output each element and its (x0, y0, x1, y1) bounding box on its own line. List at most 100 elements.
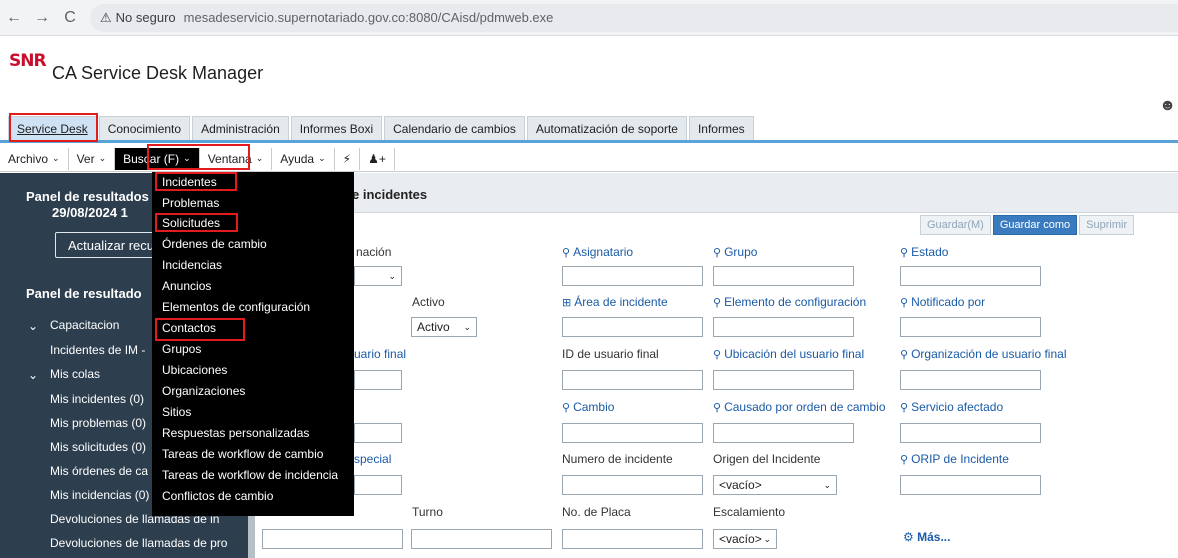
tab-informes-boxi[interactable]: Informes Boxi (290, 116, 383, 140)
more-link[interactable]: ⚙ Más... (903, 530, 950, 544)
id-usuario-input[interactable] (562, 370, 703, 390)
turno-input[interactable] (411, 529, 552, 549)
tab-administracion[interactable]: Administración (192, 116, 289, 140)
menu-item-incidencias[interactable]: Incidencias (162, 258, 222, 272)
address-bar[interactable]: ⚠ No seguro mesadeservicio.supernotariad… (90, 3, 1178, 32)
label-area[interactable]: ⊞ Área de incidente (562, 295, 668, 309)
grupo-input[interactable] (713, 266, 854, 286)
tree-item-capacitacion[interactable]: Capacitacion (50, 318, 119, 332)
add-contact-button[interactable]: ♟+ (360, 147, 395, 170)
activo-select[interactable]: Activo ⌄ (411, 317, 477, 337)
label-orip[interactable]: ⚲ ORIP de Incidente (900, 452, 1009, 466)
label-elemento[interactable]: ⚲ Elemento de configuración (713, 295, 866, 309)
menu-ventana[interactable]: Ventana ⌄ (200, 147, 273, 170)
row4-input-1[interactable] (354, 423, 402, 443)
menu-archivo[interactable]: Archivo ⌄ (0, 147, 69, 170)
ubicacion-input[interactable] (713, 370, 854, 390)
placa-input[interactable] (562, 529, 703, 549)
area-input[interactable] (562, 317, 703, 337)
forward-icon[interactable]: → (28, 9, 56, 27)
person-icon[interactable]: ☻ (1159, 97, 1176, 115)
row6-input-1[interactable] (262, 529, 403, 549)
menu-buscar[interactable]: Buscar (F) ⌄ (115, 147, 200, 170)
menu-item-ubicaciones[interactable]: Ubicaciones (162, 363, 227, 377)
menu-item-elementos[interactable]: Elementos de configuración (162, 300, 310, 314)
search-icon: ⚲ (900, 297, 909, 309)
save-as-button[interactable]: Guardar como (992, 215, 1078, 235)
snr-logo: SNR (9, 51, 47, 71)
elemento-input[interactable] (713, 317, 854, 337)
tab-informes[interactable]: Informes (688, 116, 754, 140)
label-ubicacion[interactable]: ⚲ Ubicación del usuario final (713, 347, 864, 361)
security-indicator[interactable]: ⚠ No seguro (100, 10, 184, 26)
menu-item-anuncios[interactable]: Anuncios (162, 279, 211, 293)
menu-item-incidentes[interactable]: Incidentes (162, 175, 217, 189)
reload-icon[interactable]: C (56, 9, 84, 27)
menu-item-conflictos[interactable]: Conflictos de cambio (162, 489, 273, 503)
menu-item-grupos[interactable]: Grupos (162, 342, 201, 356)
label-estado[interactable]: ⚲ Estado (900, 245, 948, 259)
orip-input[interactable] (900, 475, 1041, 495)
escalamiento-select[interactable]: <vacío> ⌄ (713, 529, 777, 549)
tab-calendario-cambios[interactable]: Calendario de cambios (384, 116, 525, 140)
label-notificado[interactable]: ⚲ Notificado por (900, 295, 985, 309)
label-grupo[interactable]: ⚲ Grupo (713, 245, 757, 259)
especial-input[interactable] (354, 475, 402, 495)
chevron-down-icon: ⌄ (318, 153, 326, 163)
save-button[interactable]: Guardar(M) (920, 215, 991, 235)
label-causado[interactable]: ⚲ Causado por orden de cambio (713, 400, 886, 414)
origen-select[interactable]: <vacío> ⌄ (713, 475, 837, 495)
tree-item-mis-solicitudes[interactable]: Mis solicitudes (0) (50, 440, 146, 454)
delete-button[interactable]: Suprimir (1079, 215, 1135, 235)
causado-input[interactable] (713, 423, 854, 443)
menu-item-organizaciones[interactable]: Organizaciones (162, 384, 245, 398)
numero-input[interactable] (562, 475, 703, 495)
chevron-down-icon: ⌄ (763, 533, 771, 544)
results-header: e incidentes (256, 173, 1178, 213)
menu-item-solicitudes[interactable]: Solicitudes (162, 216, 220, 230)
tree-item-mis-ordenes[interactable]: Mis órdenes de ca (50, 464, 148, 478)
menu-ver[interactable]: Ver ⌄ (69, 147, 116, 170)
menu-item-respuestas[interactable]: Respuestas personalizadas (162, 426, 309, 440)
back-icon[interactable]: ← (0, 9, 28, 27)
usuario-final-input[interactable] (354, 370, 402, 390)
tree-item-mis-incidentes[interactable]: Mis incidentes (0) (50, 392, 144, 406)
menu-item-contactos[interactable]: Contactos (162, 321, 216, 335)
menu-item-tareas-cambio[interactable]: Tareas de workflow de cambio (162, 447, 323, 461)
notificado-input[interactable] (900, 317, 1041, 337)
menu-item-sitios[interactable]: Sitios (162, 405, 191, 419)
label-cambio[interactable]: ⚲ Cambio (562, 400, 614, 414)
panel-title: Panel de resultados (26, 189, 149, 204)
url-text: mesadeservicio.supernotariado.gov.co:808… (183, 10, 554, 25)
tree-item-devoluciones-pro[interactable]: Devoluciones de llamadas de pro (50, 536, 227, 550)
tab-service-desk[interactable]: Service Desk (8, 116, 97, 140)
menu-item-ordenes-cambio[interactable]: Órdenes de cambio (162, 237, 267, 251)
menu-ayuda[interactable]: Ayuda ⌄ (272, 147, 335, 170)
servicio-input[interactable] (900, 423, 1041, 443)
label-servicio[interactable]: ⚲ Servicio afectado (900, 400, 1003, 414)
tree-item-mis-problemas[interactable]: Mis problemas (0) (50, 416, 146, 430)
cambio-input[interactable] (562, 423, 703, 443)
estado-input[interactable] (900, 266, 1041, 286)
asignatario-input[interactable] (562, 266, 703, 286)
shortcut-button[interactable]: ⚡ (335, 147, 361, 170)
label-especial[interactable]: special (354, 452, 391, 466)
tab-conocimiento[interactable]: Conocimiento (98, 116, 191, 140)
ordenacion-select[interactable]: ⌄ (354, 266, 402, 286)
label-organizacion[interactable]: ⚲ Organización de usuario final (900, 347, 1067, 361)
tab-automatizacion[interactable]: Automatización de soporte (526, 116, 687, 140)
organizacion-input[interactable] (900, 370, 1041, 390)
tree-item-mis-colas[interactable]: Mis colas (50, 367, 100, 381)
tree-chevron-icon[interactable]: ⌄ (28, 368, 38, 382)
tree-chevron-icon[interactable]: ⌄ (28, 319, 38, 333)
label-usuario-final[interactable]: uario final (354, 347, 406, 361)
search-icon: ⚲ (900, 247, 909, 259)
label-asignatario[interactable]: ⚲ Asignatario (562, 245, 633, 259)
expand-icon: ⊞ (562, 297, 572, 309)
search-icon: ⚲ (900, 402, 909, 414)
menu-item-problemas[interactable]: Problemas (162, 196, 219, 210)
tree-item-incidentes-im[interactable]: Incidentes de IM - (50, 343, 145, 357)
tree-item-mis-incidencias[interactable]: Mis incidencias (0) (50, 488, 149, 502)
menu-item-tareas-incidencia[interactable]: Tareas de workflow de incidencia (162, 468, 338, 482)
browser-toolbar: ← → C ⚠ No seguro mesadeservicio.superno… (0, 0, 1178, 36)
